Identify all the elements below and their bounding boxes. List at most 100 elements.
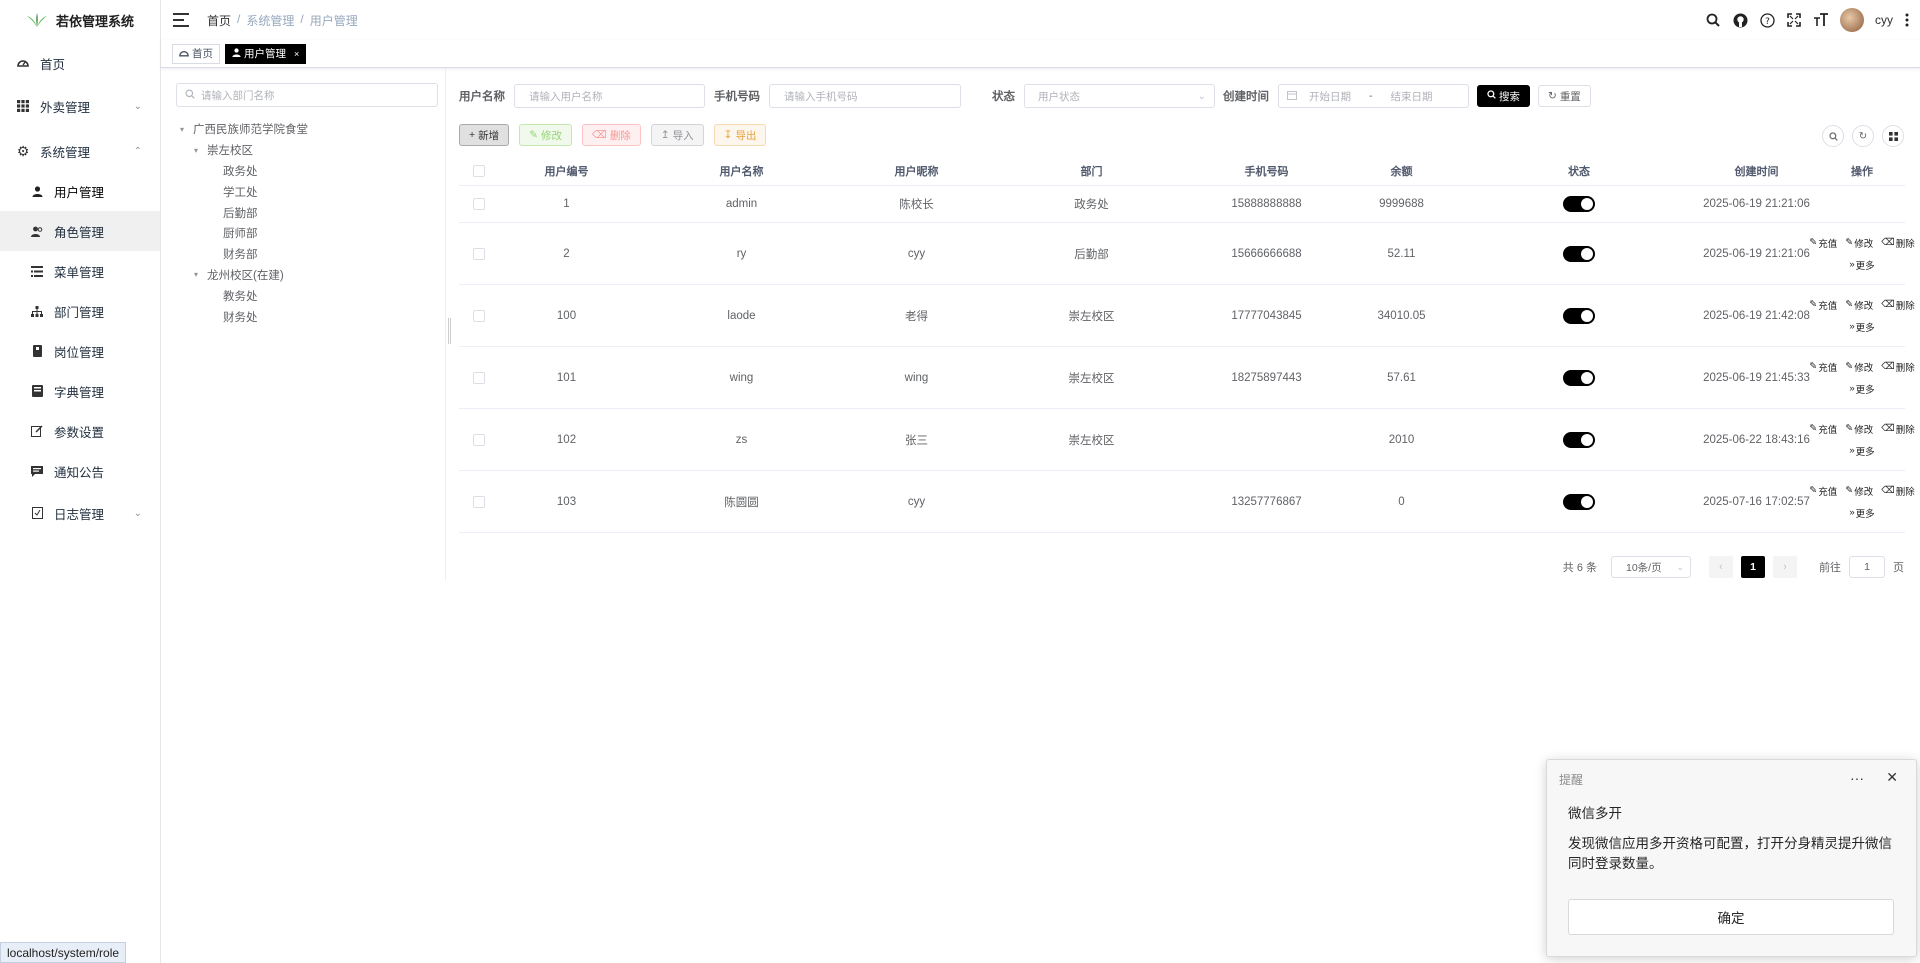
more-link[interactable]: » 更多 <box>1849 382 1874 396</box>
recharge-link[interactable]: ✎ 充值 <box>1809 360 1837 374</box>
tree-node[interactable]: 学工处 <box>176 181 438 202</box>
sidebar-item-home[interactable]: 首页 <box>0 43 160 83</box>
sidebar-item-posts[interactable]: 岗位管理 <box>0 331 160 371</box>
recharge-link[interactable]: ✎ 充值 <box>1809 236 1837 250</box>
delete-link[interactable]: ⌫ 删除 <box>1881 360 1914 374</box>
tree-node[interactable]: ▾ 崇左校区 <box>176 140 438 161</box>
tag-home[interactable]: 首页 <box>172 43 220 64</box>
row-checkbox[interactable] <box>473 371 485 384</box>
sidebar-item-users[interactable]: 用户管理 <box>0 171 160 211</box>
tree-node[interactable]: 财务处 <box>176 306 438 327</box>
search-icon[interactable] <box>1705 12 1721 28</box>
more-link[interactable]: » 更多 <box>1849 444 1874 458</box>
sidebar-item-roles[interactable]: 角色管理 <box>0 211 160 251</box>
tree-node[interactable]: 政务处 <box>176 161 438 182</box>
columns-button[interactable] <box>1882 125 1904 147</box>
reset-button[interactable]: ↻ 重置 <box>1538 85 1591 107</box>
font-size-icon[interactable] <box>1813 12 1829 28</box>
recharge-link[interactable]: ✎ 充值 <box>1809 484 1837 498</box>
sidebar-item-menus[interactable]: 菜单管理 <box>0 251 160 291</box>
sidebar-item-depts[interactable]: 部门管理 <box>0 291 160 331</box>
search-button[interactable]: 搜索 <box>1477 85 1530 107</box>
fullscreen-icon[interactable] <box>1786 12 1802 28</box>
recharge-link[interactable]: ✎ 充值 <box>1809 422 1837 436</box>
edit-link[interactable]: ✎ 修改 <box>1845 236 1873 250</box>
tree-node[interactable]: 财务部 <box>176 244 438 265</box>
delete-link[interactable]: ⌫ 删除 <box>1881 484 1914 498</box>
row-checkbox[interactable] <box>473 198 485 210</box>
close-icon[interactable]: × <box>294 49 299 59</box>
status-toggle[interactable] <box>1563 307 1595 324</box>
goto-page-input[interactable]: 1 <box>1849 556 1885 578</box>
delete-link[interactable]: ⌫ 删除 <box>1881 298 1914 312</box>
pane-drag-handle[interactable] <box>448 318 451 344</box>
row-checkbox[interactable] <box>473 433 485 446</box>
next-page-button[interactable]: › <box>1773 556 1797 578</box>
breadcrumb-home[interactable]: 首页 <box>207 12 231 29</box>
add-button[interactable]: + 新增 <box>459 124 510 146</box>
hamburger-icon[interactable] <box>173 13 189 27</box>
sidebar-item-takeout[interactable]: 外卖管理 ⌄ <box>0 86 160 126</box>
confirm-button[interactable]: 确定 <box>1568 899 1894 935</box>
cell-nick: cyy <box>907 247 926 260</box>
delete-link[interactable]: ⌫ 删除 <box>1881 236 1914 250</box>
edit-link[interactable]: ✎ 修改 <box>1845 422 1873 436</box>
status-toggle[interactable] <box>1563 493 1595 510</box>
tree-node[interactable]: 教务处 <box>176 285 438 306</box>
sidebar-item-logs[interactable]: 日志管理 ⌄ <box>0 493 160 533</box>
edit-button[interactable]: ✎ 修改 <box>519 124 572 146</box>
cell-name: ry <box>736 247 747 260</box>
row-checkbox[interactable] <box>473 247 485 260</box>
row-checkbox[interactable] <box>473 309 485 322</box>
refresh-button[interactable]: ↻ <box>1852 125 1874 147</box>
peoples-icon <box>30 224 44 238</box>
recharge-link[interactable]: ✎ 充值 <box>1809 298 1837 312</box>
page-number-current[interactable]: 1 <box>1741 556 1765 578</box>
tree-node[interactable]: ▾ 龙州校区(在建) <box>176 265 438 286</box>
page-size-select[interactable]: 10条/页 ⌄ <box>1611 556 1691 578</box>
edit-link[interactable]: ✎ 修改 <box>1845 298 1873 312</box>
more-horizontal-icon[interactable]: ··· <box>1850 770 1864 786</box>
sidebar-item-dict[interactable]: 字典管理 <box>0 371 160 411</box>
help-icon[interactable]: ? <box>1759 12 1775 28</box>
tag-users[interactable]: 用户管理 × <box>225 43 307 64</box>
github-icon[interactable] <box>1732 12 1748 28</box>
delete-button[interactable]: ⌫ 删除 <box>581 124 641 146</box>
more-link[interactable]: » 更多 <box>1849 258 1874 272</box>
edit-link[interactable]: ✎ 修改 <box>1845 360 1873 374</box>
username-input[interactable]: 请输入用户名称 <box>514 84 705 108</box>
prev-page-button[interactable]: ‹ <box>1709 556 1733 578</box>
more-link[interactable]: » 更多 <box>1849 320 1874 334</box>
phone-input[interactable]: 请输入手机号码 <box>769 84 961 108</box>
close-icon[interactable]: ✕ <box>1886 769 1898 786</box>
status-toggle[interactable] <box>1563 245 1595 262</box>
date-range-picker[interactable]: 开始日期 - 结束日期 <box>1278 84 1469 108</box>
status-toggle[interactable] <box>1563 196 1595 212</box>
dept-search-placeholder: 请输入部门名称 <box>201 89 275 102</box>
more-vertical-icon[interactable] <box>1904 12 1910 28</box>
delete-link[interactable]: ⌫ 删除 <box>1881 422 1914 436</box>
sidebar-item-label: 首页 <box>40 57 66 72</box>
sidebar-item-config[interactable]: 参数设置 <box>0 411 160 451</box>
import-button[interactable]: ↥ 导入 <box>650 124 704 146</box>
row-checkbox[interactable] <box>473 495 485 508</box>
sidebar-item-system[interactable]: ⚙ 系统管理 ⌃ <box>0 131 160 171</box>
delete-label: 删除 <box>1895 362 1915 374</box>
sidebar-item-notice[interactable]: 通知公告 <box>0 451 160 491</box>
tree-node[interactable]: 厨师部 <box>176 223 438 244</box>
select-all-checkbox[interactable] <box>473 164 485 177</box>
svg-text:?: ? <box>1765 17 1770 27</box>
dept-search-input[interactable]: 请输入部门名称 <box>176 83 438 107</box>
more-link[interactable]: » 更多 <box>1849 506 1874 520</box>
status-toggle[interactable] <box>1563 369 1595 386</box>
logo[interactable]: 若依管理系统 <box>0 0 160 40</box>
username[interactable]: cyy <box>1875 13 1893 27</box>
export-button[interactable]: ↧ 导出 <box>713 124 767 146</box>
status-select[interactable]: 用户状态 ⌄ <box>1024 84 1215 108</box>
tree-node[interactable]: ▾ 广西民族师范学院食堂 <box>176 119 438 140</box>
tree-node[interactable]: 后勤部 <box>176 202 438 223</box>
avatar[interactable] <box>1840 8 1864 32</box>
status-toggle[interactable] <box>1563 431 1595 448</box>
edit-link[interactable]: ✎ 修改 <box>1845 484 1873 498</box>
toggle-search-button[interactable] <box>1822 125 1844 147</box>
